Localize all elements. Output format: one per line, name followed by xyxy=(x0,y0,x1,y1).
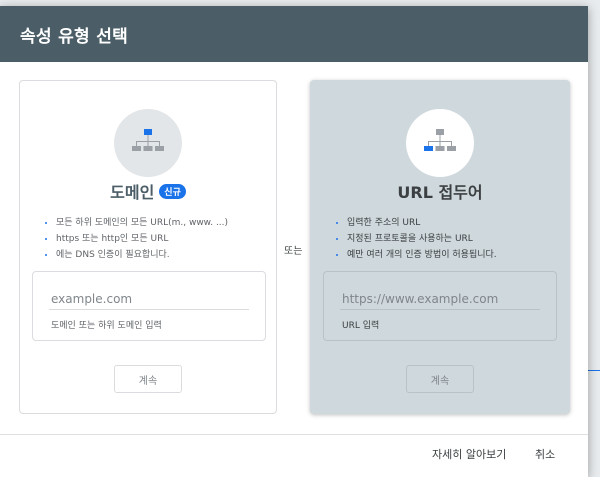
learn-more-button[interactable]: 자세히 알아보기 xyxy=(432,446,506,462)
url-prefix-property-card[interactable]: URL 접두어 입력한 주소의 URL 지정된 프로토콜을 사용하는 URL 예… xyxy=(310,80,570,414)
or-separator: 또는 xyxy=(284,246,303,257)
domain-input-placeholder[interactable]: example.com xyxy=(51,292,132,306)
new-badge: 신규 xyxy=(159,184,186,199)
dialog-header: 속성 유형 선택 xyxy=(0,6,588,62)
domain-card-title: 도메인 xyxy=(110,183,155,202)
domain-property-card[interactable]: 도메인 신규 모든 하위 도메인의 모든 URL(m., www. ...) ht… xyxy=(19,80,277,414)
dialog-title: 속성 유형 선택 xyxy=(20,26,129,47)
list-item: 에는 DNS 인증이 필요합니다. xyxy=(56,247,228,263)
domain-input-field[interactable]: example.com 도메인 또는 하위 도메인 입력 xyxy=(32,271,266,341)
list-item: 지정된 프로토콜을 사용하는 URL xyxy=(347,231,497,247)
domain-continue-button[interactable]: 계속 xyxy=(114,365,182,393)
url-card-title-row: URL 접두어 xyxy=(311,179,569,203)
input-underline xyxy=(49,309,249,310)
url-input-field[interactable]: https://www.example.com URL 입력 xyxy=(323,271,557,341)
cancel-button[interactable]: 취소 xyxy=(535,446,555,462)
domain-input-helper: 도메인 또는 하위 도메인 입력 xyxy=(51,321,162,331)
list-item: 모든 하위 도메인의 모든 URL(m., www. ...) xyxy=(56,215,228,231)
domain-card-title-row: 도메인 신규 xyxy=(20,179,276,203)
input-underline xyxy=(340,309,540,310)
footer-divider xyxy=(0,434,588,435)
url-card-title: URL 접두어 xyxy=(397,183,483,202)
url-prefix-icon xyxy=(406,109,474,177)
list-item: 입력한 주소의 URL xyxy=(347,215,497,231)
url-input-helper: URL 입력 xyxy=(342,321,380,331)
list-item: 예만 여러 개의 인증 방법이 허용됩니다. xyxy=(347,247,497,263)
url-continue-button[interactable]: 계속 xyxy=(406,365,474,393)
domain-card-bullets: 모든 하위 도메인의 모든 URL(m., www. ...) https 또는… xyxy=(42,215,228,263)
property-type-dialog: 속성 유형 선택 도메인 신규 모든 하위 도메인의 모든 URL(m., www… xyxy=(0,6,588,477)
url-card-bullets: 입력한 주소의 URL 지정된 프로토콜을 사용하는 URL 예만 여러 개의 … xyxy=(333,215,497,263)
list-item: https 또는 http인 모든 URL xyxy=(56,231,228,247)
url-input-placeholder[interactable]: https://www.example.com xyxy=(342,292,498,306)
domain-icon xyxy=(114,109,182,177)
